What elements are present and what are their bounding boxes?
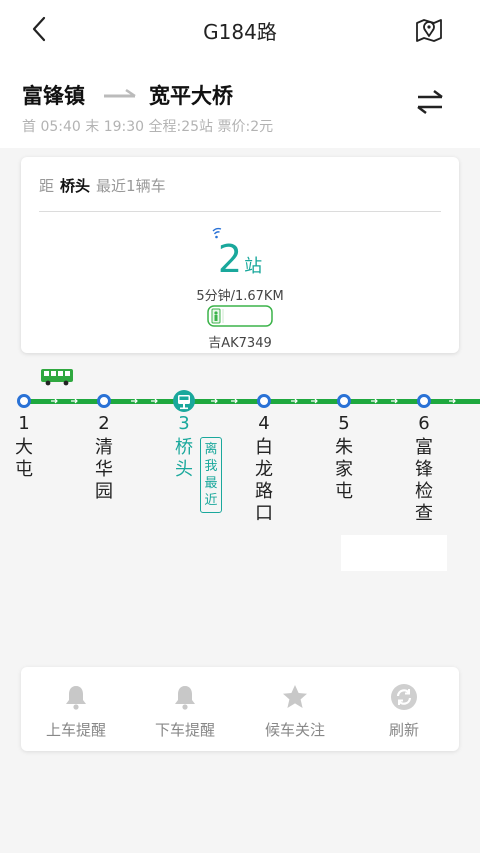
- arrival-card: 距桥头 最近1辆车 2站 5分钟/1.67KM 吉AK7349: [21, 157, 459, 353]
- direction-arrow-icon: [131, 398, 138, 404]
- bus-plate: 吉AK7349: [208, 336, 272, 351]
- card-station: 桥头: [60, 177, 91, 195]
- line-track: [24, 399, 480, 404]
- bottom-toolbar: 上车提醒 下车提醒 候车关注 刷新: [21, 667, 459, 751]
- stop-name: 朱家屯: [335, 437, 353, 502]
- card-heading: 距桥头 最近1辆车: [39, 177, 166, 195]
- direction-arrow-icon: [391, 398, 398, 404]
- stop-marker[interactable]: [257, 394, 271, 408]
- refresh-icon: [391, 684, 417, 710]
- stop-marker[interactable]: [17, 394, 31, 408]
- route-arrow-icon: [102, 86, 138, 100]
- direction-arrow-icon: [371, 398, 378, 404]
- direction-arrow-icon: [151, 398, 158, 404]
- map-pin-icon: [416, 19, 442, 42]
- header: G184路 富锋镇 宽平大桥 首 05:40 末 19:30 全程:25站 票价…: [0, 0, 480, 148]
- stop-name: 桥头: [175, 437, 193, 480]
- current-stop-marker[interactable]: [172, 389, 196, 413]
- direction-arrow-icon: [231, 398, 238, 404]
- route-info: 首 05:40 末 19:30 全程:25站 票价:2元: [22, 119, 274, 135]
- swap-icon: [417, 90, 443, 114]
- follow-button[interactable]: 候车关注: [240, 667, 350, 751]
- star-icon: [283, 685, 307, 708]
- stop-name: 白龙路口: [255, 437, 273, 524]
- stop-5[interactable]: 5 朱家屯: [324, 413, 364, 503]
- bell-icon: [66, 686, 86, 710]
- stop-name: 大屯: [15, 437, 33, 480]
- alight-reminder-button[interactable]: 下车提醒: [130, 667, 240, 751]
- swap-direction-button[interactable]: [414, 88, 446, 116]
- route-destination: 宽平大桥: [149, 84, 233, 108]
- bus-icon: [207, 305, 273, 327]
- bus-stop-icon: [173, 390, 195, 412]
- stop-2[interactable]: 2 清华园: [84, 413, 124, 503]
- direction-arrow-icon: [449, 398, 456, 404]
- page-title: G184路: [203, 20, 277, 44]
- eta-stations: 2站: [217, 237, 263, 281]
- stop-1[interactable]: 1 大屯: [4, 413, 44, 481]
- bell-icon: [175, 686, 195, 710]
- direction-arrow-icon: [211, 398, 218, 404]
- refresh-button[interactable]: 刷新: [349, 667, 459, 751]
- stop-6[interactable]: 6 富锋检查: [404, 413, 444, 525]
- stop-marker[interactable]: [97, 394, 111, 408]
- direction-arrow-icon: [311, 398, 318, 404]
- board-reminder-button[interactable]: 上车提醒: [21, 667, 131, 751]
- route-origin: 富锋镇: [22, 84, 85, 108]
- bus-icon: [40, 368, 74, 386]
- nearest-badge: 离我最近: [200, 437, 222, 513]
- direction-arrow-icon: [51, 398, 58, 404]
- stop-marker[interactable]: [337, 394, 351, 408]
- stop-name: 富锋检查: [415, 437, 433, 524]
- stop-marker[interactable]: [417, 394, 431, 408]
- stop-3[interactable]: 3 桥头: [164, 413, 204, 481]
- stop-name: 清华园: [95, 437, 113, 502]
- direction-arrow-icon: [291, 398, 298, 404]
- map-button[interactable]: [414, 14, 444, 44]
- stop-4[interactable]: 4 白龙路口: [244, 413, 284, 525]
- eta-detail: 5分钟/1.67KM: [196, 289, 284, 304]
- divider: [39, 211, 441, 212]
- blank-panel: [341, 535, 447, 571]
- direction-arrow-icon: [71, 398, 78, 404]
